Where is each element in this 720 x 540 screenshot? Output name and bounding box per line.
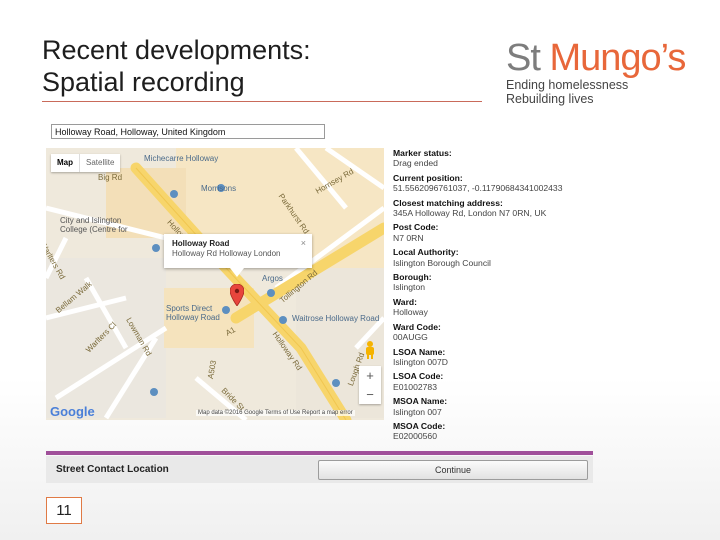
map-label-morrisons: Morrisons [201,184,237,193]
closest-address-label: Closest matching address: [393,197,503,208]
msoa-name-value: Islington 007 [393,406,442,417]
map-attribution[interactable]: Map data ©2016 Google Terms of Use Repor… [196,410,355,416]
popup-close-icon[interactable]: × [301,238,306,248]
borough-value: Islington [393,282,426,293]
slide-title-line-1: Recent developments: [42,35,311,65]
title-underline [42,101,482,102]
map-label-waitrose: Waitrose Holloway Road [292,314,380,323]
post-code-label: Post Code: [393,222,439,233]
closest-address-value: 345A Holloway Rd, London N7 0RN, UK [393,208,547,219]
google-logo: Google [50,404,95,419]
lsoa-code-value: E01002783 [393,381,437,392]
ward-label: Ward: [393,296,418,307]
lsoa-name-value: Islington 007D [393,356,448,367]
post-code-value: N7 0RN [393,232,424,243]
map-label-college: College (Centre for [60,225,128,234]
zoom-control: + − [359,366,381,404]
popup-subtitle: Holloway Rd Holloway London [172,249,281,258]
map-label-sports-direct: Sports Direct [166,304,213,313]
google-logo-text: Google [50,404,95,419]
map-view[interactable]: Map Satellite Michecarre Holloway Morris… [46,148,384,420]
section-divider [46,451,593,455]
st-mungos-logo: St Mungo’s Ending homelessness Rebuildin… [506,38,696,106]
street-contact-bar: Street Contact Location Continue [46,456,593,483]
map-label-big-rd: Big Rd [98,173,123,182]
map-label-argos: Argos [262,274,283,283]
local-authority-value: Islington Borough Council [393,257,491,268]
logo-wordmark: St Mungo’s [506,38,696,78]
local-authority-label: Local Authority: [393,247,459,258]
logo-tagline-2: Rebuilding lives [506,92,594,106]
slide-title-line-2: Spatial recording [42,67,245,97]
map-type-map-button[interactable]: Map [51,154,79,172]
map-type-control: Map Satellite [51,154,121,172]
current-position-label: Current position: [393,172,463,183]
map-type-satellite-button[interactable]: Satellite [79,154,120,172]
ward-code-value: 00AUGG [393,332,428,343]
ward-value: Holloway [393,307,428,318]
map-label-sports-direct-road: Holloway Road [166,313,220,322]
logo-mungo: Mungo’s [549,37,686,79]
street-contact-location-label: Street Contact Location [56,464,169,475]
map-label-city-islington: City and Islington [60,216,122,225]
marker-status-label: Marker status: [393,148,452,158]
msoa-name-label: MSOA Name: [393,396,448,407]
logo-tagline-1: Ending homelessness [506,78,629,92]
lsoa-name-label: LSOA Name: [393,346,446,357]
page-number: 11 [46,497,82,524]
popup-title: Holloway Road [172,239,230,248]
map-label-michecarre: Michecarre Holloway [144,154,219,163]
continue-button[interactable]: Continue [318,459,588,480]
current-position-value: 51.5562096761037, -0.11790684341002433 [393,183,563,194]
msoa-code-label: MSOA Code: [393,420,446,431]
marker-status-value: Drag ended [393,158,438,169]
zoom-in-button[interactable]: + [366,369,374,382]
zoom-out-button[interactable]: − [366,388,374,401]
location-details-panel: Marker status: Drag ended Current positi… [393,148,603,446]
ward-code-label: Ward Code: [393,321,441,332]
popup-tail [230,268,244,277]
address-search-input[interactable]: Holloway Road, Holloway, United Kingdom [51,124,325,139]
logo-st: St [506,37,550,79]
borough-label: Borough: [393,272,432,283]
slide-title: Recent developments: Spatial recording [42,34,311,98]
location-info-popup: Holloway Road Holloway Rd Holloway Londo… [164,234,312,277]
lsoa-code-label: LSOA Code: [393,371,444,382]
msoa-code-value: E02000560 [393,431,437,442]
